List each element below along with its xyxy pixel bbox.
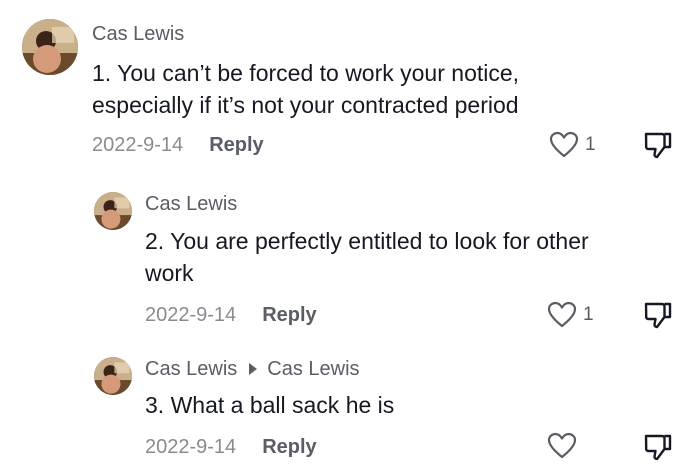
comment-author[interactable]: Cas Lewis bbox=[145, 358, 237, 380]
comment-text-line-2: work bbox=[145, 260, 194, 286]
reply-button[interactable]: Reply bbox=[262, 436, 316, 458]
avatar[interactable] bbox=[22, 19, 78, 75]
reply-button[interactable]: Reply bbox=[262, 304, 316, 326]
comment-2: Cas Lewis 2. You are perfectly entitled … bbox=[0, 170, 700, 335]
dislike-button[interactable] bbox=[642, 431, 674, 468]
caret-right-icon bbox=[249, 362, 258, 375]
comment-meta: 2022-9-14 Reply bbox=[145, 303, 317, 327]
dislike-button[interactable] bbox=[642, 129, 674, 166]
like-count: 1 bbox=[585, 134, 596, 155]
avatar[interactable] bbox=[94, 192, 132, 230]
avatar[interactable] bbox=[94, 357, 132, 395]
heart-outline-icon bbox=[547, 432, 577, 459]
comment-date: 2022-9-14 bbox=[145, 304, 237, 326]
comment-meta: 2022-9-14 Reply bbox=[92, 133, 264, 157]
comment-3: Cas Lewis Cas Lewis 3. What a ball sack h… bbox=[0, 335, 700, 475]
dislike-button[interactable] bbox=[642, 299, 674, 336]
reply-to-author[interactable]: Cas Lewis bbox=[267, 358, 359, 380]
like-button[interactable]: 1 bbox=[547, 301, 594, 329]
avatar-image bbox=[22, 19, 78, 75]
comment-text-line-1: 1. You can’t be forced to work your noti… bbox=[92, 60, 520, 86]
comment-meta: 2022-9-14 Reply bbox=[145, 435, 317, 459]
comment-1: Cas Lewis 1. You can’t be forced to work… bbox=[0, 0, 700, 170]
thumbs-down-icon bbox=[644, 434, 672, 461]
comment-author[interactable]: Cas Lewis bbox=[145, 192, 237, 216]
avatar-image bbox=[94, 357, 132, 395]
comment-author[interactable]: Cas Lewis bbox=[92, 22, 184, 46]
comment-text-line-1: 3. What a ball sack he is bbox=[145, 392, 395, 418]
heart-outline-icon bbox=[547, 301, 577, 328]
heart-outline-icon bbox=[549, 131, 579, 158]
thumbs-down-icon bbox=[644, 132, 672, 159]
comment-date: 2022-9-14 bbox=[92, 134, 184, 156]
like-button[interactable]: 1 bbox=[549, 131, 596, 159]
comment-text-line-1: 2. You are perfectly entitled to look fo… bbox=[145, 228, 589, 254]
comment-date: 2022-9-14 bbox=[145, 436, 237, 458]
comment-author-line: Cas Lewis Cas Lewis bbox=[145, 357, 360, 381]
reply-button[interactable]: Reply bbox=[209, 134, 263, 156]
comment-text-line-2: especially if it’s not your contracted p… bbox=[92, 92, 519, 118]
thumbs-down-icon bbox=[644, 302, 672, 329]
like-count: 1 bbox=[583, 304, 594, 325]
like-button[interactable] bbox=[547, 432, 583, 460]
avatar-image bbox=[94, 192, 132, 230]
